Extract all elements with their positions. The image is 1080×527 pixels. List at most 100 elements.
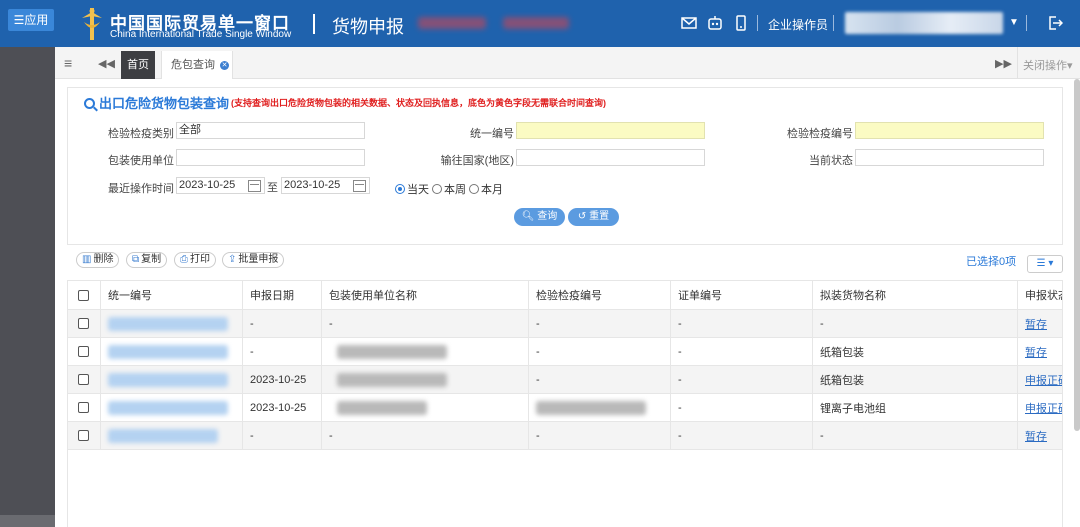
- copy-button[interactable]: ⧉ 复制: [126, 252, 168, 268]
- goods-name: -: [813, 422, 1018, 449]
- status-link[interactable]: 申报正确: [1018, 394, 1062, 421]
- close-operations-dropdown[interactable]: 关闭操作▾: [1023, 57, 1073, 73]
- unified-no-redacted: [101, 310, 243, 337]
- tab-dangerous-package-query[interactable]: 危包查询 ✕: [161, 51, 233, 79]
- radio-this-month[interactable]: 本月: [469, 181, 503, 197]
- status-link[interactable]: 申报正确: [1018, 366, 1062, 393]
- row-checkbox[interactable]: [68, 366, 101, 393]
- goods-name: 纸箱包装: [813, 338, 1018, 365]
- table-header: 统一编号 申报日期 包装使用单位名称 检验检疫编号 证单编号 拟装货物名称 申报…: [68, 281, 1062, 310]
- status-link[interactable]: 暂存: [1018, 422, 1062, 449]
- row-checkbox[interactable]: [68, 310, 101, 337]
- package-unit-input[interactable]: [176, 149, 365, 166]
- status-link[interactable]: 暂存: [1018, 338, 1062, 365]
- declare-date: 2023-10-25: [243, 394, 322, 421]
- col-header[interactable]: 统一编号: [101, 281, 243, 309]
- header-separator: [833, 15, 834, 31]
- query-panel: 出口危险货物包装查询 (支持查询出口危险货物包装的相关数据、状态及回执信息，底色…: [67, 87, 1063, 245]
- logout-icon[interactable]: [1047, 15, 1063, 31]
- selected-count: 已选择0项: [966, 256, 1017, 268]
- unit-name: -: [322, 422, 529, 449]
- inspection-no: -: [529, 310, 671, 337]
- tab-home[interactable]: 首页: [121, 51, 155, 79]
- results-table: 统一编号 申报日期 包装使用单位名称 检验检疫编号 证单编号 拟装货物名称 申报…: [67, 280, 1063, 527]
- upload-icon: ⇪: [228, 254, 237, 265]
- unit-name-redacted: [322, 366, 529, 393]
- row-checkbox[interactable]: [68, 394, 101, 421]
- col-header[interactable]: 证单编号: [671, 281, 813, 309]
- cert-no: -: [671, 422, 813, 449]
- col-header[interactable]: 包装使用单位名称: [322, 281, 529, 309]
- tab-scroll-left-icon[interactable]: ◀◀: [98, 57, 115, 70]
- search-button[interactable]: 🔍︎ 查询: [514, 208, 565, 226]
- page-scrollbar[interactable]: [1074, 79, 1080, 431]
- search-icon: [84, 98, 95, 109]
- label-current-status: 当前状态: [809, 155, 853, 167]
- destination-input[interactable]: [516, 149, 705, 166]
- batch-declare-button[interactable]: ⇪ 批量申报: [222, 252, 285, 268]
- inspection-no-redacted: [529, 394, 671, 421]
- tab-close-icon[interactable]: ✕: [220, 60, 230, 70]
- robot-service-icon[interactable]: [707, 15, 723, 31]
- list-icon: ☰ ▾: [1036, 258, 1054, 269]
- top-header: ☰应用 中国国际贸易单一窗口 China International Trade…: [0, 0, 1080, 47]
- user-dropdown-caret-icon[interactable]: ▼: [1009, 17, 1019, 28]
- row-checkbox[interactable]: [68, 338, 101, 365]
- unit-name-redacted: [322, 338, 529, 365]
- unified-no-input[interactable]: [516, 122, 705, 139]
- column-toggle-button[interactable]: ☰ ▾: [1027, 255, 1063, 273]
- declare-date: -: [243, 422, 322, 449]
- label-recent-time: 最近操作时间: [108, 183, 174, 195]
- col-header[interactable]: 申报日期: [243, 281, 322, 309]
- goods-name: 锂离子电池组: [813, 394, 1018, 421]
- mobile-icon[interactable]: [733, 15, 749, 31]
- app-menu-button[interactable]: ☰应用: [8, 9, 54, 31]
- header-separator: [757, 15, 758, 31]
- tab-label: 危包查询: [171, 59, 215, 71]
- hamburger-menu-icon[interactable]: ≡: [64, 56, 72, 70]
- left-sidebar: [0, 47, 55, 527]
- col-header[interactable]: 检验检疫编号: [529, 281, 671, 309]
- radio-this-week[interactable]: 本周: [432, 181, 466, 197]
- label-destination: 输往国家(地区): [440, 155, 514, 167]
- inspection-no-input[interactable]: [855, 122, 1044, 139]
- current-status-select[interactable]: [855, 149, 1044, 166]
- table-row[interactable]: 2023-10-25 - 锂离子电池组 申报正确: [68, 394, 1062, 422]
- print-icon: ⎙: [180, 254, 188, 265]
- inspection-type-select[interactable]: 全部: [176, 122, 365, 139]
- label-inspection-type: 检验检疫类别: [108, 128, 174, 140]
- table-row[interactable]: - - - 纸箱包装 暂存: [68, 338, 1062, 366]
- inspection-no: -: [529, 338, 671, 365]
- select-all-checkbox[interactable]: [68, 281, 101, 309]
- unit-name-redacted: [322, 394, 529, 421]
- row-checkbox[interactable]: [68, 422, 101, 449]
- table-row[interactable]: - - - - - 暂存: [68, 422, 1062, 450]
- delete-button[interactable]: ▥ 删除: [76, 252, 120, 268]
- cert-no: -: [671, 338, 813, 365]
- label-unified-no: 统一编号: [470, 128, 514, 140]
- radio-today[interactable]: 当天: [395, 181, 429, 197]
- print-button[interactable]: ⎙ 打印: [174, 252, 216, 268]
- mail-icon[interactable]: [681, 15, 697, 31]
- tab-scroll-right-icon[interactable]: ▶▶: [995, 57, 1012, 70]
- header-divider: [313, 14, 315, 34]
- col-header[interactable]: 拟装货物名称: [813, 281, 1018, 309]
- redacted-text: [418, 17, 486, 29]
- calendar-icon[interactable]: [248, 180, 261, 192]
- status-link[interactable]: 暂存: [1018, 310, 1062, 337]
- unit-name: -: [322, 310, 529, 337]
- header-separator: [1026, 15, 1027, 31]
- cert-no: -: [671, 310, 813, 337]
- unified-no-redacted: [101, 338, 243, 365]
- redacted-text: [503, 17, 569, 29]
- goods-name: -: [813, 310, 1018, 337]
- brand-subtitle: China International Trade Single Window: [110, 29, 292, 40]
- calendar-icon[interactable]: [353, 180, 366, 192]
- table-row[interactable]: - - - - - 暂存: [68, 310, 1062, 338]
- table-row[interactable]: 2023-10-25 - - 纸箱包装 申报正确: [68, 366, 1062, 394]
- user-name-redacted[interactable]: [845, 12, 1003, 34]
- reset-button[interactable]: ↺ 重置: [568, 208, 619, 226]
- goods-name: 纸箱包装: [813, 366, 1018, 393]
- cert-no: -: [671, 366, 813, 393]
- col-header[interactable]: 申报状态: [1018, 281, 1062, 309]
